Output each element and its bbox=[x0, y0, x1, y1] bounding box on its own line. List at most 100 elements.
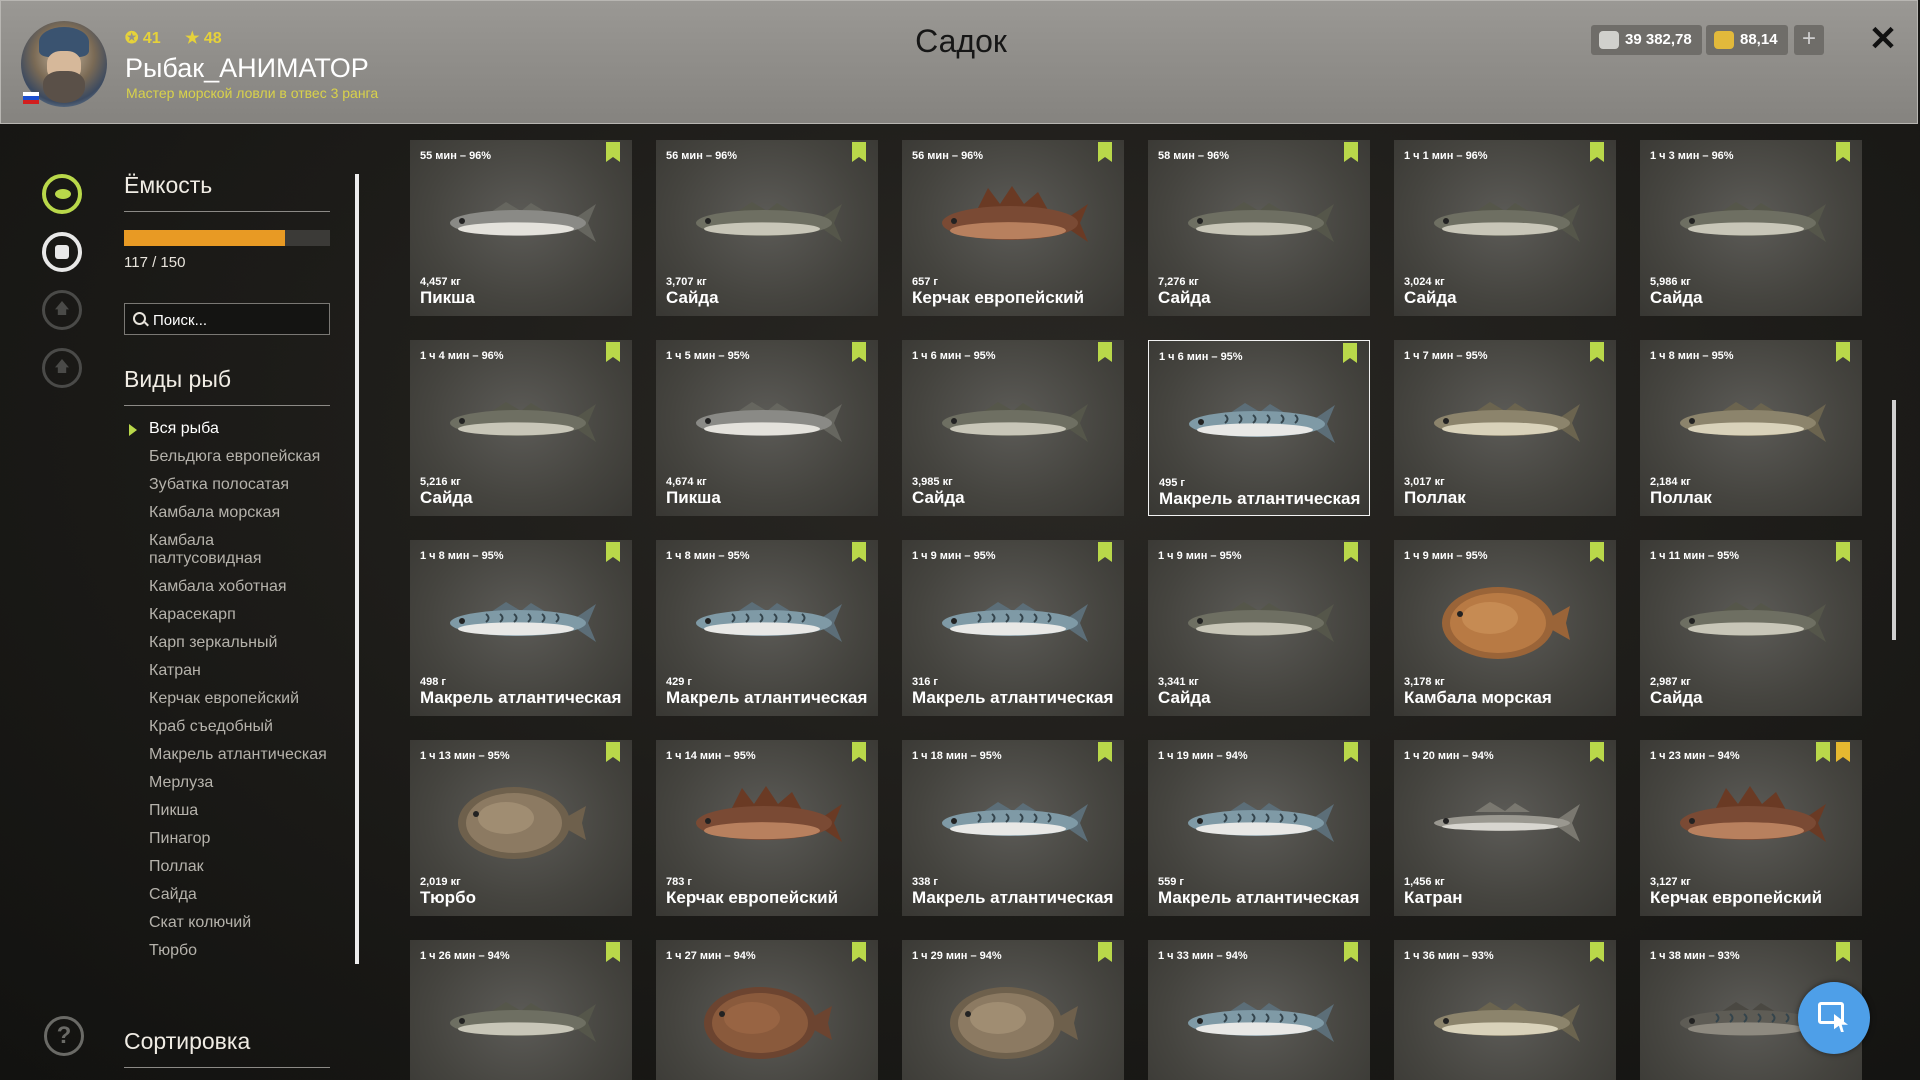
species-item[interactable]: Камбала палтусовидная bbox=[124, 532, 330, 568]
bookmark-icon[interactable] bbox=[1098, 542, 1112, 562]
catch-card[interactable]: 1 ч 29 мин – 94% bbox=[902, 940, 1124, 1080]
bookmark-icon[interactable] bbox=[606, 742, 620, 762]
bookmark-icon[interactable] bbox=[1590, 542, 1604, 562]
species-item[interactable]: Пикша bbox=[124, 802, 330, 820]
bookmark-icon[interactable] bbox=[606, 942, 620, 962]
bookmark-icon[interactable] bbox=[1836, 942, 1850, 962]
bookmark-icon[interactable] bbox=[1816, 742, 1830, 762]
catch-card[interactable]: 1 ч 19 мин – 94% 559 г Макрель атлантическ… bbox=[1148, 740, 1370, 916]
bookmark-icon[interactable] bbox=[1098, 742, 1112, 762]
avatar-beard bbox=[43, 71, 85, 103]
species-item[interactable]: Скат колючий bbox=[124, 914, 330, 932]
species-item[interactable]: Карасекарп bbox=[124, 606, 330, 624]
bookmark-icon[interactable] bbox=[852, 742, 866, 762]
fish-belly bbox=[1196, 822, 1312, 836]
species-item[interactable]: Сайда bbox=[124, 886, 330, 904]
species-item[interactable]: Краб съедобный bbox=[124, 718, 330, 736]
panel-scrollbar[interactable] bbox=[355, 174, 359, 964]
species-item[interactable]: Камбала хоботная bbox=[124, 578, 330, 596]
fish-eye bbox=[1197, 818, 1203, 824]
bookmark-icon[interactable] bbox=[852, 942, 866, 962]
bookmark-icon[interactable] bbox=[606, 542, 620, 562]
species-item[interactable]: Мерлуза bbox=[124, 774, 330, 792]
catch-card[interactable]: 1 ч 14 мин – 95% 783 г Керчак европейский bbox=[656, 740, 878, 916]
bookmark-icon[interactable] bbox=[606, 142, 620, 162]
catch-card[interactable]: 1 ч 7 мин – 95% 3,017 кг Поллак bbox=[1394, 340, 1616, 516]
species-item[interactable]: Керчак европейский bbox=[124, 690, 330, 708]
species-item[interactable]: Камбала морская bbox=[124, 504, 330, 522]
species-item[interactable]: Катран bbox=[124, 662, 330, 680]
bookmark-icon[interactable] bbox=[1344, 142, 1358, 162]
help-button[interactable]: ? bbox=[44, 1016, 84, 1056]
bookmark-icon[interactable] bbox=[1098, 342, 1112, 362]
bookmark-icon[interactable] bbox=[1836, 342, 1850, 362]
catch-time: 1 ч 27 мин – 94% bbox=[666, 950, 756, 962]
add-currency-button[interactable]: + bbox=[1794, 25, 1824, 55]
catch-card[interactable]: 56 мин – 96% 657 г Керчак европейский bbox=[902, 140, 1124, 316]
catch-card[interactable]: 1 ч 11 мин – 95% 2,987 кг Сайда bbox=[1640, 540, 1862, 716]
catch-card[interactable]: 1 ч 9 мин – 95% 316 г Макрель атлантическа… bbox=[902, 540, 1124, 716]
cursor-select-button[interactable] bbox=[1798, 982, 1870, 1054]
catch-card[interactable]: 1 ч 20 мин – 94% 1,456 кг Катран bbox=[1394, 740, 1616, 916]
bookmark-icon[interactable] bbox=[1344, 742, 1358, 762]
species-item[interactable]: Карп зеркальный bbox=[124, 634, 330, 652]
bookmark-icon[interactable] bbox=[1344, 542, 1358, 562]
search-box[interactable] bbox=[124, 303, 330, 335]
search-input[interactable] bbox=[151, 308, 327, 332]
sort-heading[interactable]: Сортировка bbox=[124, 1028, 330, 1068]
bookmark-icon[interactable] bbox=[1590, 142, 1604, 162]
home-icon[interactable] bbox=[42, 348, 82, 388]
upgrade-icon[interactable] bbox=[42, 290, 82, 330]
catch-card[interactable]: 55 мин – 96% 4,457 кг Пикша bbox=[410, 140, 632, 316]
species-item[interactable]: Пинагор bbox=[124, 830, 330, 848]
bookmark-icon[interactable] bbox=[1344, 942, 1358, 962]
bookmark-icon[interactable] bbox=[1590, 942, 1604, 962]
bookmark-icon[interactable] bbox=[1098, 942, 1112, 962]
bookmark-icon[interactable] bbox=[852, 342, 866, 362]
catch-card[interactable]: 1 ч 27 мин – 94% bbox=[656, 940, 878, 1080]
fish-icon[interactable] bbox=[42, 174, 82, 214]
bookmark-icon[interactable] bbox=[852, 142, 866, 162]
catch-card[interactable]: 58 мин – 96% 7,276 кг Сайда bbox=[1148, 140, 1370, 316]
bookmark-icon[interactable] bbox=[1836, 142, 1850, 162]
catch-card[interactable]: 1 ч 8 мин – 95% 498 г Макрель атлантическа… bbox=[410, 540, 632, 716]
bookmark-icon[interactable] bbox=[1590, 742, 1604, 762]
keepnet-icon[interactable] bbox=[42, 232, 82, 272]
species-item[interactable]: Бельдюга европейская bbox=[124, 448, 330, 466]
catch-card[interactable]: 1 ч 6 мин – 95% 495 г Макрель атлантическа… bbox=[1148, 340, 1370, 516]
bookmark-icon[interactable] bbox=[852, 542, 866, 562]
catch-species-name: Пикша bbox=[666, 488, 721, 507]
catch-card[interactable]: 56 мин – 96% 3,707 кг Сайда bbox=[656, 140, 878, 316]
catch-card[interactable]: 1 ч 4 мин – 96% 5,216 кг Сайда bbox=[410, 340, 632, 516]
bookmark-icon[interactable] bbox=[1098, 142, 1112, 162]
catch-card[interactable]: 1 ч 8 мин – 95% 429 г Макрель атлантическа… bbox=[656, 540, 878, 716]
catch-card[interactable]: 1 ч 18 мин – 95% 338 г Макрель атлантическ… bbox=[902, 740, 1124, 916]
catch-card[interactable]: 1 ч 3 мин – 96% 5,986 кг Сайда bbox=[1640, 140, 1862, 316]
catch-weight: 498 г bbox=[420, 676, 446, 688]
grid-scrollbar[interactable] bbox=[1892, 400, 1896, 640]
catch-card[interactable]: 1 ч 23 мин – 94% 3,127 кг Керчак европейск… bbox=[1640, 740, 1862, 916]
catch-card[interactable]: 1 ч 8 мин – 95% 2,184 кг Поллак bbox=[1640, 340, 1862, 516]
species-item[interactable]: Макрель атлантическая bbox=[124, 746, 330, 764]
species-item[interactable]: Зубатка полосатая bbox=[124, 476, 330, 494]
catch-card[interactable]: 1 ч 9 мин – 95% 3,341 кг Сайда bbox=[1148, 540, 1370, 716]
catch-card[interactable]: 1 ч 9 мин – 95% 3,178 кг Камбала морская bbox=[1394, 540, 1616, 716]
bookmark-icon[interactable] bbox=[606, 342, 620, 362]
bookmark-icon[interactable] bbox=[1343, 343, 1357, 363]
species-item[interactable]: Тюрбо bbox=[124, 942, 330, 960]
catch-card[interactable]: 1 ч 6 мин – 95% 3,985 кг Сайда bbox=[902, 340, 1124, 516]
catch-card[interactable]: 1 ч 13 мин – 95% 2,019 кг Тюрбо bbox=[410, 740, 632, 916]
species-item[interactable]: Вся рыба bbox=[124, 420, 330, 438]
catch-card[interactable]: 1 ч 33 мин – 94% bbox=[1148, 940, 1370, 1080]
catch-time: 1 ч 26 мин – 94% bbox=[420, 950, 510, 962]
bookmark-icon[interactable] bbox=[1590, 342, 1604, 362]
trophy-star-icon[interactable] bbox=[1836, 742, 1850, 762]
close-button[interactable]: ✕ bbox=[1863, 19, 1903, 59]
catch-card[interactable]: 1 ч 26 мин – 94% bbox=[410, 940, 632, 1080]
catch-card[interactable]: 1 ч 1 мин – 96% 3,024 кг Сайда bbox=[1394, 140, 1616, 316]
bookmark-icon[interactable] bbox=[1836, 542, 1850, 562]
species-item[interactable]: Поллак bbox=[124, 858, 330, 876]
mackerel-fish-icon bbox=[450, 602, 596, 642]
catch-card[interactable]: 1 ч 36 мин – 93% bbox=[1394, 940, 1616, 1080]
catch-card[interactable]: 1 ч 5 мин – 95% 4,674 кг Пикша bbox=[656, 340, 878, 516]
